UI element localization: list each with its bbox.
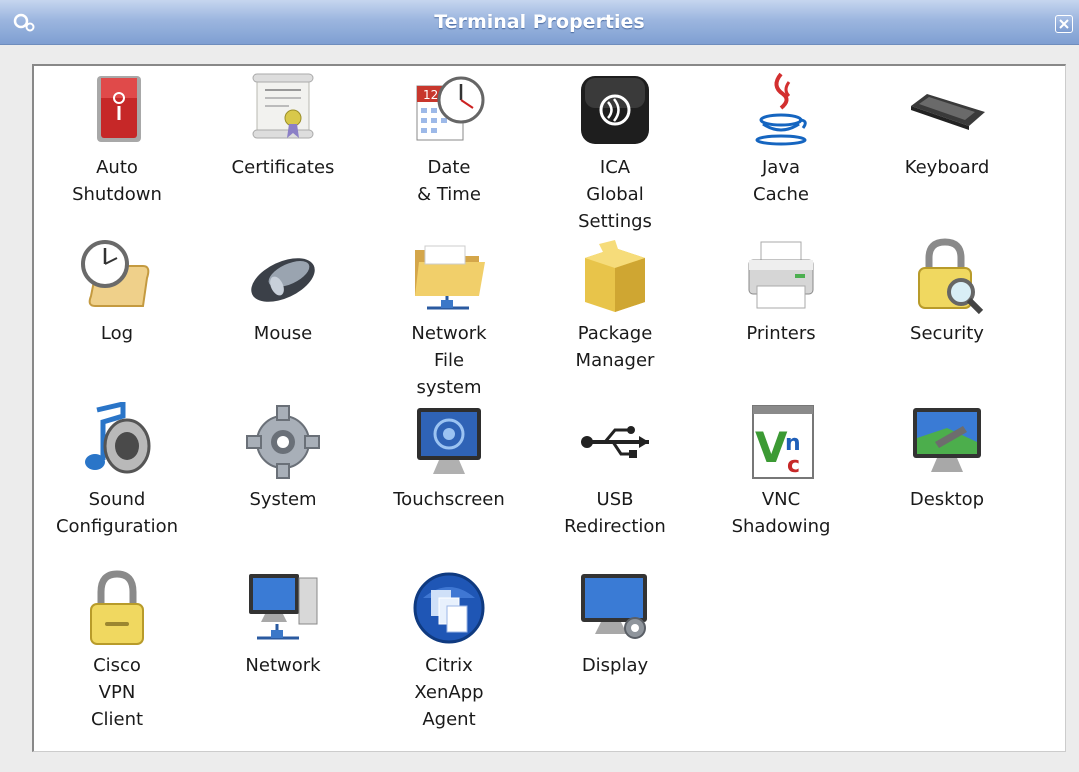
- properties-panel: Auto Shutdown Certificates 12 Date & Tim…: [32, 64, 1066, 752]
- item-network[interactable]: Network: [200, 568, 366, 679]
- java-cup-icon: [755, 72, 807, 146]
- item-printers[interactable]: Printers: [698, 236, 864, 347]
- item-label: Touchscreen: [393, 489, 505, 510]
- item-java-cache[interactable]: Java Cache: [698, 70, 864, 208]
- display-settings-icon: [581, 574, 647, 639]
- item-desktop[interactable]: Desktop: [864, 402, 1030, 513]
- vpn-padlock-icon: [90, 570, 144, 645]
- citrix-xenapp-icon: [413, 572, 485, 644]
- title-bar: Terminal Properties: [0, 0, 1079, 45]
- svg-text:c: c: [787, 453, 800, 478]
- item-label: Java Cache: [753, 157, 809, 205]
- desktop-monitor-icon: [913, 408, 981, 472]
- padlock-magnifier-icon: [918, 238, 984, 315]
- item-ica-global-settings[interactable]: ICA Global Settings: [532, 70, 698, 235]
- svg-text:12: 12: [423, 88, 438, 102]
- item-label: VNC Shadowing: [731, 489, 831, 537]
- network-folder-icon: [415, 245, 485, 310]
- item-security[interactable]: Security: [864, 236, 1030, 347]
- item-label: Log: [100, 323, 134, 344]
- ica-signal-icon: [581, 76, 649, 144]
- item-label: Cisco VPN Client: [90, 655, 144, 730]
- item-touchscreen[interactable]: Touchscreen: [366, 402, 532, 513]
- item-label: ICA Global Settings: [578, 157, 652, 232]
- item-label: Network File system: [411, 323, 487, 398]
- item-vnc-shadowing[interactable]: V n c VNC Shadowing: [698, 402, 864, 540]
- network-computer-icon: [249, 574, 318, 640]
- item-system[interactable]: System: [200, 402, 366, 513]
- item-label: Date & Time: [417, 157, 481, 205]
- item-label: Package Manager: [575, 323, 655, 371]
- item-date-time[interactable]: 12 Date & Time: [366, 70, 532, 208]
- gear-icon: [246, 405, 320, 479]
- item-label: Citrix XenApp Agent: [414, 655, 484, 730]
- item-label: Sound Configuration: [55, 489, 179, 537]
- power-switch-icon: [97, 76, 141, 142]
- item-log[interactable]: Log: [34, 236, 200, 347]
- item-sound-configuration[interactable]: Sound Configuration: [34, 402, 200, 540]
- item-network-file-system[interactable]: Network File system: [366, 236, 532, 401]
- window-title: Terminal Properties: [434, 11, 645, 33]
- vnc-icon: V n c: [752, 405, 814, 479]
- item-cisco-vpn-client[interactable]: Cisco VPN Client: [34, 568, 200, 733]
- item-auto-shutdown[interactable]: Auto Shutdown: [34, 70, 200, 208]
- item-label: Auto Shutdown: [72, 157, 162, 205]
- usb-icon: [581, 426, 649, 458]
- svg-text:V: V: [755, 423, 788, 472]
- item-label: Network: [245, 655, 321, 676]
- item-label: Printers: [746, 323, 816, 344]
- printer-icon: [748, 241, 814, 309]
- music-speaker-icon: [85, 402, 151, 474]
- item-label: Desktop: [909, 489, 985, 510]
- item-label: USB Redirection: [564, 489, 666, 537]
- item-label: Keyboard: [904, 157, 990, 178]
- item-label: Security: [910, 323, 984, 344]
- close-button[interactable]: [1055, 15, 1073, 33]
- touchscreen-monitor-icon: [417, 408, 481, 474]
- mouse-icon: [251, 258, 315, 302]
- item-label: Mouse: [253, 323, 313, 344]
- item-package-manager[interactable]: Package Manager: [532, 236, 698, 374]
- item-label: Certificates: [231, 157, 335, 178]
- item-citrix-xenapp-agent[interactable]: Citrix XenApp Agent: [366, 568, 532, 733]
- certificate-scroll-icon: [252, 73, 314, 139]
- keyboard-icon: [911, 94, 985, 130]
- item-display[interactable]: Display: [532, 568, 698, 679]
- calendar-clock-icon: 12: [416, 76, 485, 141]
- item-label: System: [249, 489, 317, 510]
- item-mouse[interactable]: Mouse: [200, 236, 366, 347]
- close-icon: [1059, 19, 1069, 29]
- log-scroll-clock-icon: [81, 240, 150, 307]
- item-usb-redirection[interactable]: USB Redirection: [532, 402, 698, 540]
- item-label: Display: [581, 655, 649, 676]
- item-certificates[interactable]: Certificates: [200, 70, 366, 181]
- package-box-icon: [585, 240, 645, 312]
- item-keyboard[interactable]: Keyboard: [864, 70, 1030, 181]
